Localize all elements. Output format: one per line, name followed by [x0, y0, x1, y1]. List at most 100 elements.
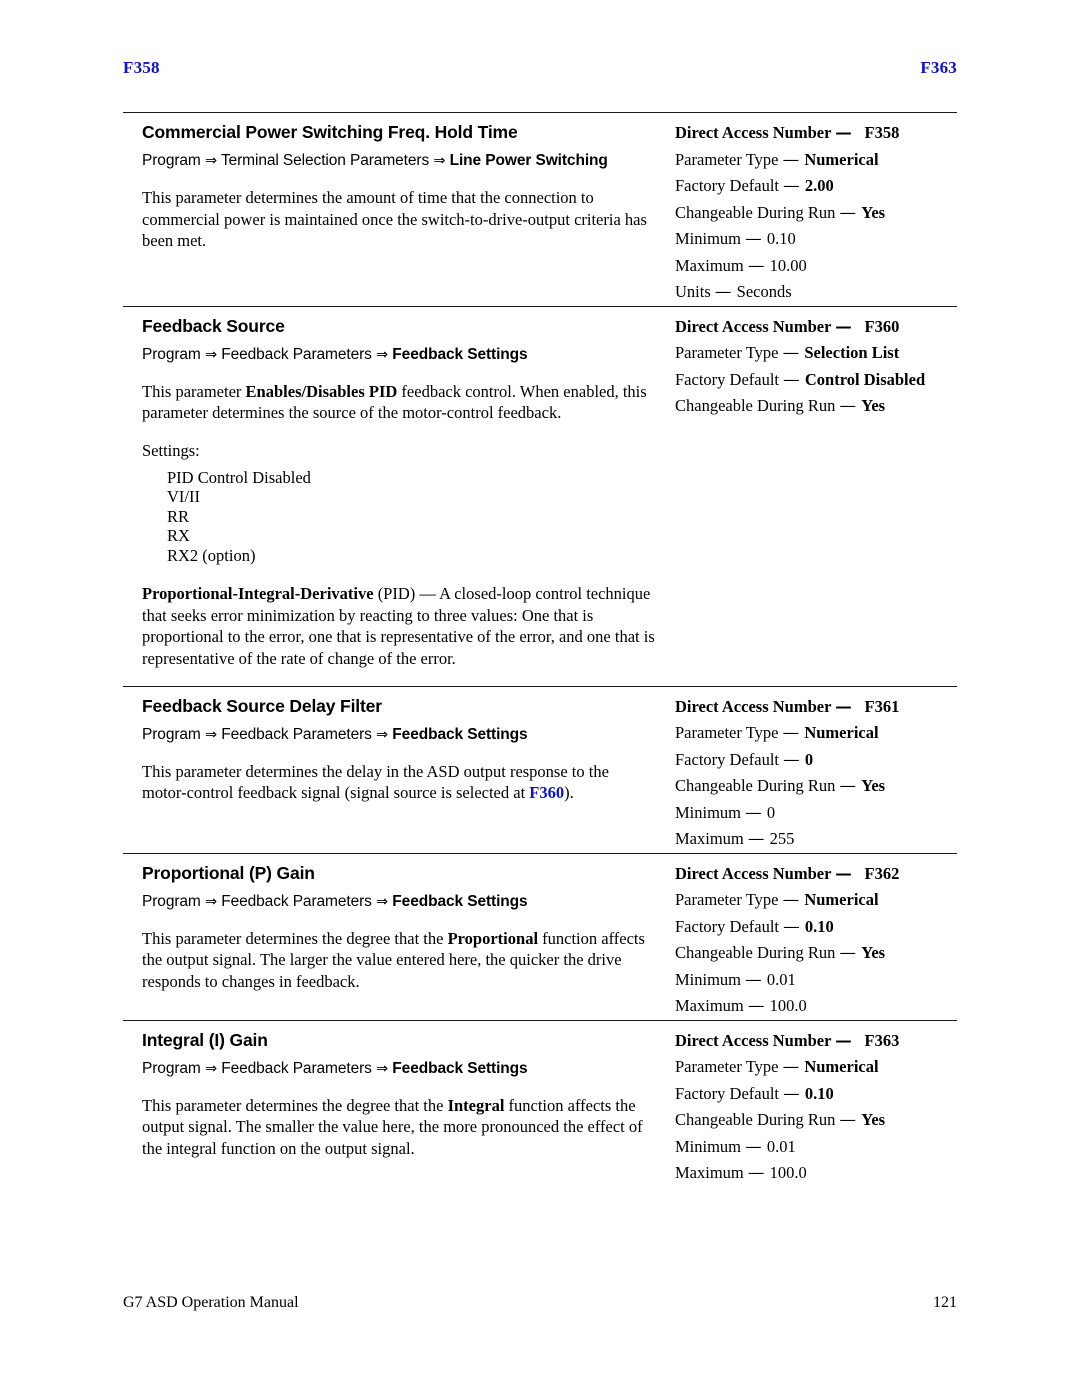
- spec-value: 255: [769, 829, 795, 848]
- parameter-section: Feedback Source Program ⇒ Feedback Parame…: [123, 305, 957, 686]
- breadcrumb-middle: Feedback Parameters: [217, 725, 377, 743]
- em-dash: —: [835, 863, 858, 883]
- spec-label: Changeable During Run: [675, 776, 840, 795]
- spec-label: Factory Default: [675, 176, 784, 195]
- spec-parameter-type: Parameter Type — Numerical: [675, 1054, 957, 1081]
- spec-maximum: Maximum — 100.0: [675, 993, 957, 1020]
- spec-value: 0.10: [766, 229, 796, 248]
- em-dash: —: [782, 149, 805, 169]
- parameter-description: This parameter determines the delay in t…: [142, 761, 657, 804]
- em-dash: —: [783, 176, 805, 195]
- spec-direct-access-number: Direct Access Number — F358: [675, 120, 957, 147]
- spec-parameter-type: Parameter Type — Numerical: [675, 720, 957, 747]
- settings-label: Settings:: [142, 441, 200, 460]
- em-dash: —: [782, 723, 805, 742]
- spec-minimum: Minimum — 0.01: [675, 1134, 957, 1161]
- em-dash: —: [745, 1136, 767, 1156]
- double-arrow-icon: ⇒: [376, 346, 389, 363]
- spec-minimum: Minimum — 0: [675, 800, 957, 827]
- spec-value: Control Disabled: [804, 369, 926, 389]
- spec-value: 0.10: [804, 916, 834, 936]
- parameter-section: Integral (I) Gain Program ⇒ Feedback Para…: [123, 1019, 957, 1187]
- spec-value: Seconds: [736, 282, 792, 301]
- spec-label: Parameter Type: [675, 1057, 783, 1076]
- em-dash: —: [835, 316, 858, 336]
- spec-list: Direct Access Number — F358 Parameter Typ…: [675, 120, 957, 306]
- em-dash: —: [835, 696, 858, 716]
- parameter-cross-reference[interactable]: F360: [529, 783, 564, 802]
- breadcrumb: Program ⇒ Feedback Parameters ⇒ Feedback…: [142, 724, 657, 746]
- double-arrow-icon: ⇒: [204, 726, 218, 743]
- spec-label: Parameter Type: [675, 149, 783, 169]
- spec-label: Factory Default: [675, 1083, 784, 1103]
- spec-value: Numerical: [804, 723, 879, 742]
- em-dash: —: [745, 802, 767, 822]
- spec-label: Direct Access Number: [675, 316, 836, 336]
- parameter-description: This parameter determines the degree tha…: [142, 928, 657, 993]
- footer-page-number: 121: [933, 1294, 957, 1311]
- breadcrumb-last: Feedback Settings: [388, 345, 528, 363]
- spec-parameter-type: Parameter Type — Selection List: [675, 340, 957, 367]
- em-dash: —: [783, 369, 805, 389]
- em-dash: —: [714, 282, 737, 301]
- spec-label: Direct Access Number: [675, 696, 836, 716]
- spec-value: Numerical: [804, 149, 879, 169]
- em-dash: —: [745, 969, 767, 989]
- spec-label: Parameter Type: [675, 343, 783, 362]
- settings-list-item: RX2 (option): [167, 545, 256, 565]
- em-dash: —: [782, 343, 805, 362]
- spec-label: Minimum: [675, 969, 746, 989]
- breadcrumb-last: Feedback Settings: [388, 725, 528, 743]
- em-dash: —: [839, 776, 862, 795]
- em-dash: —: [747, 996, 770, 1015]
- spec-direct-access-number: Direct Access Number — F362: [675, 861, 957, 888]
- parameter-spec-column: Direct Access Number — F358 Parameter Typ…: [657, 120, 957, 306]
- spec-label: Changeable During Run: [675, 1110, 840, 1129]
- breadcrumb-last: Line Power Switching: [445, 152, 608, 169]
- settings-list-item: RR: [167, 506, 190, 526]
- body-text: This parameter determines the degree tha…: [142, 928, 448, 948]
- spec-value: 0: [766, 802, 776, 822]
- spec-changeable-during-run: Changeable During Run — Yes: [675, 393, 957, 420]
- spec-label: Changeable During Run: [675, 396, 840, 415]
- spec-value: Yes: [861, 396, 886, 415]
- spec-value: 0.10: [804, 1083, 834, 1103]
- body-text: ).: [564, 783, 574, 802]
- spec-changeable-during-run: Changeable During Run — Yes: [675, 1107, 957, 1134]
- breadcrumb-last: Feedback Settings: [388, 892, 528, 910]
- breadcrumb-middle: Feedback Parameters: [217, 1059, 377, 1077]
- settings-list: PID Control Disabled VI/II RR RX RX2 (option…: [142, 468, 657, 566]
- spec-label: Factory Default: [675, 369, 784, 389]
- spec-direct-access-number: Direct Access Number — F361: [675, 694, 957, 721]
- settings-list-item: RX: [167, 526, 190, 545]
- breadcrumb-root: Program: [142, 1059, 205, 1077]
- spec-value: Yes: [861, 202, 886, 222]
- spec-value: F362: [864, 863, 900, 883]
- spec-label: Direct Access Number: [675, 123, 836, 142]
- spec-label: Maximum: [675, 255, 748, 275]
- spec-label: Direct Access Number: [675, 863, 836, 883]
- spec-label: Direct Access Number: [675, 1030, 836, 1050]
- spec-value: 100.0: [769, 1163, 807, 1182]
- settings-list-item: PID Control Disabled: [167, 467, 311, 487]
- double-arrow-icon: ⇒: [204, 346, 218, 363]
- parameter-spec-column: Direct Access Number — F360 Parameter Typ…: [657, 314, 957, 420]
- spec-value: Yes: [861, 943, 886, 962]
- parameter-title: Feedback Source Delay Filter: [142, 695, 382, 716]
- em-dash: —: [783, 916, 805, 936]
- spec-parameter-type: Parameter Type — Numerical: [675, 887, 957, 914]
- parameter-description-column: Integral (I) Gain Program ⇒ Feedback Para…: [123, 1028, 657, 1176]
- spec-direct-access-number: Direct Access Number — F363: [675, 1028, 957, 1055]
- spec-maximum: Maximum — 10.00: [675, 253, 957, 280]
- spec-changeable-during-run: Changeable During Run — Yes: [675, 773, 957, 800]
- em-dash: —: [835, 123, 858, 142]
- spec-factory-default: Factory Default — 0.10: [675, 914, 957, 941]
- double-arrow-icon: ⇒: [376, 1060, 389, 1077]
- parameter-description: This parameter Enables/Disables PID feed…: [142, 381, 657, 424]
- manual-page: F358 F363 Commercial Power Switching Fre…: [0, 0, 1080, 1397]
- emphasis-text: Proportional-Integral-Derivative: [142, 584, 374, 603]
- spec-minimum: Minimum — 0.10: [675, 226, 957, 253]
- breadcrumb: Program ⇒ Feedback Parameters ⇒ Feedback…: [142, 891, 657, 913]
- parameter-description: This parameter determines the amount of …: [142, 187, 657, 252]
- em-dash: —: [839, 1110, 862, 1129]
